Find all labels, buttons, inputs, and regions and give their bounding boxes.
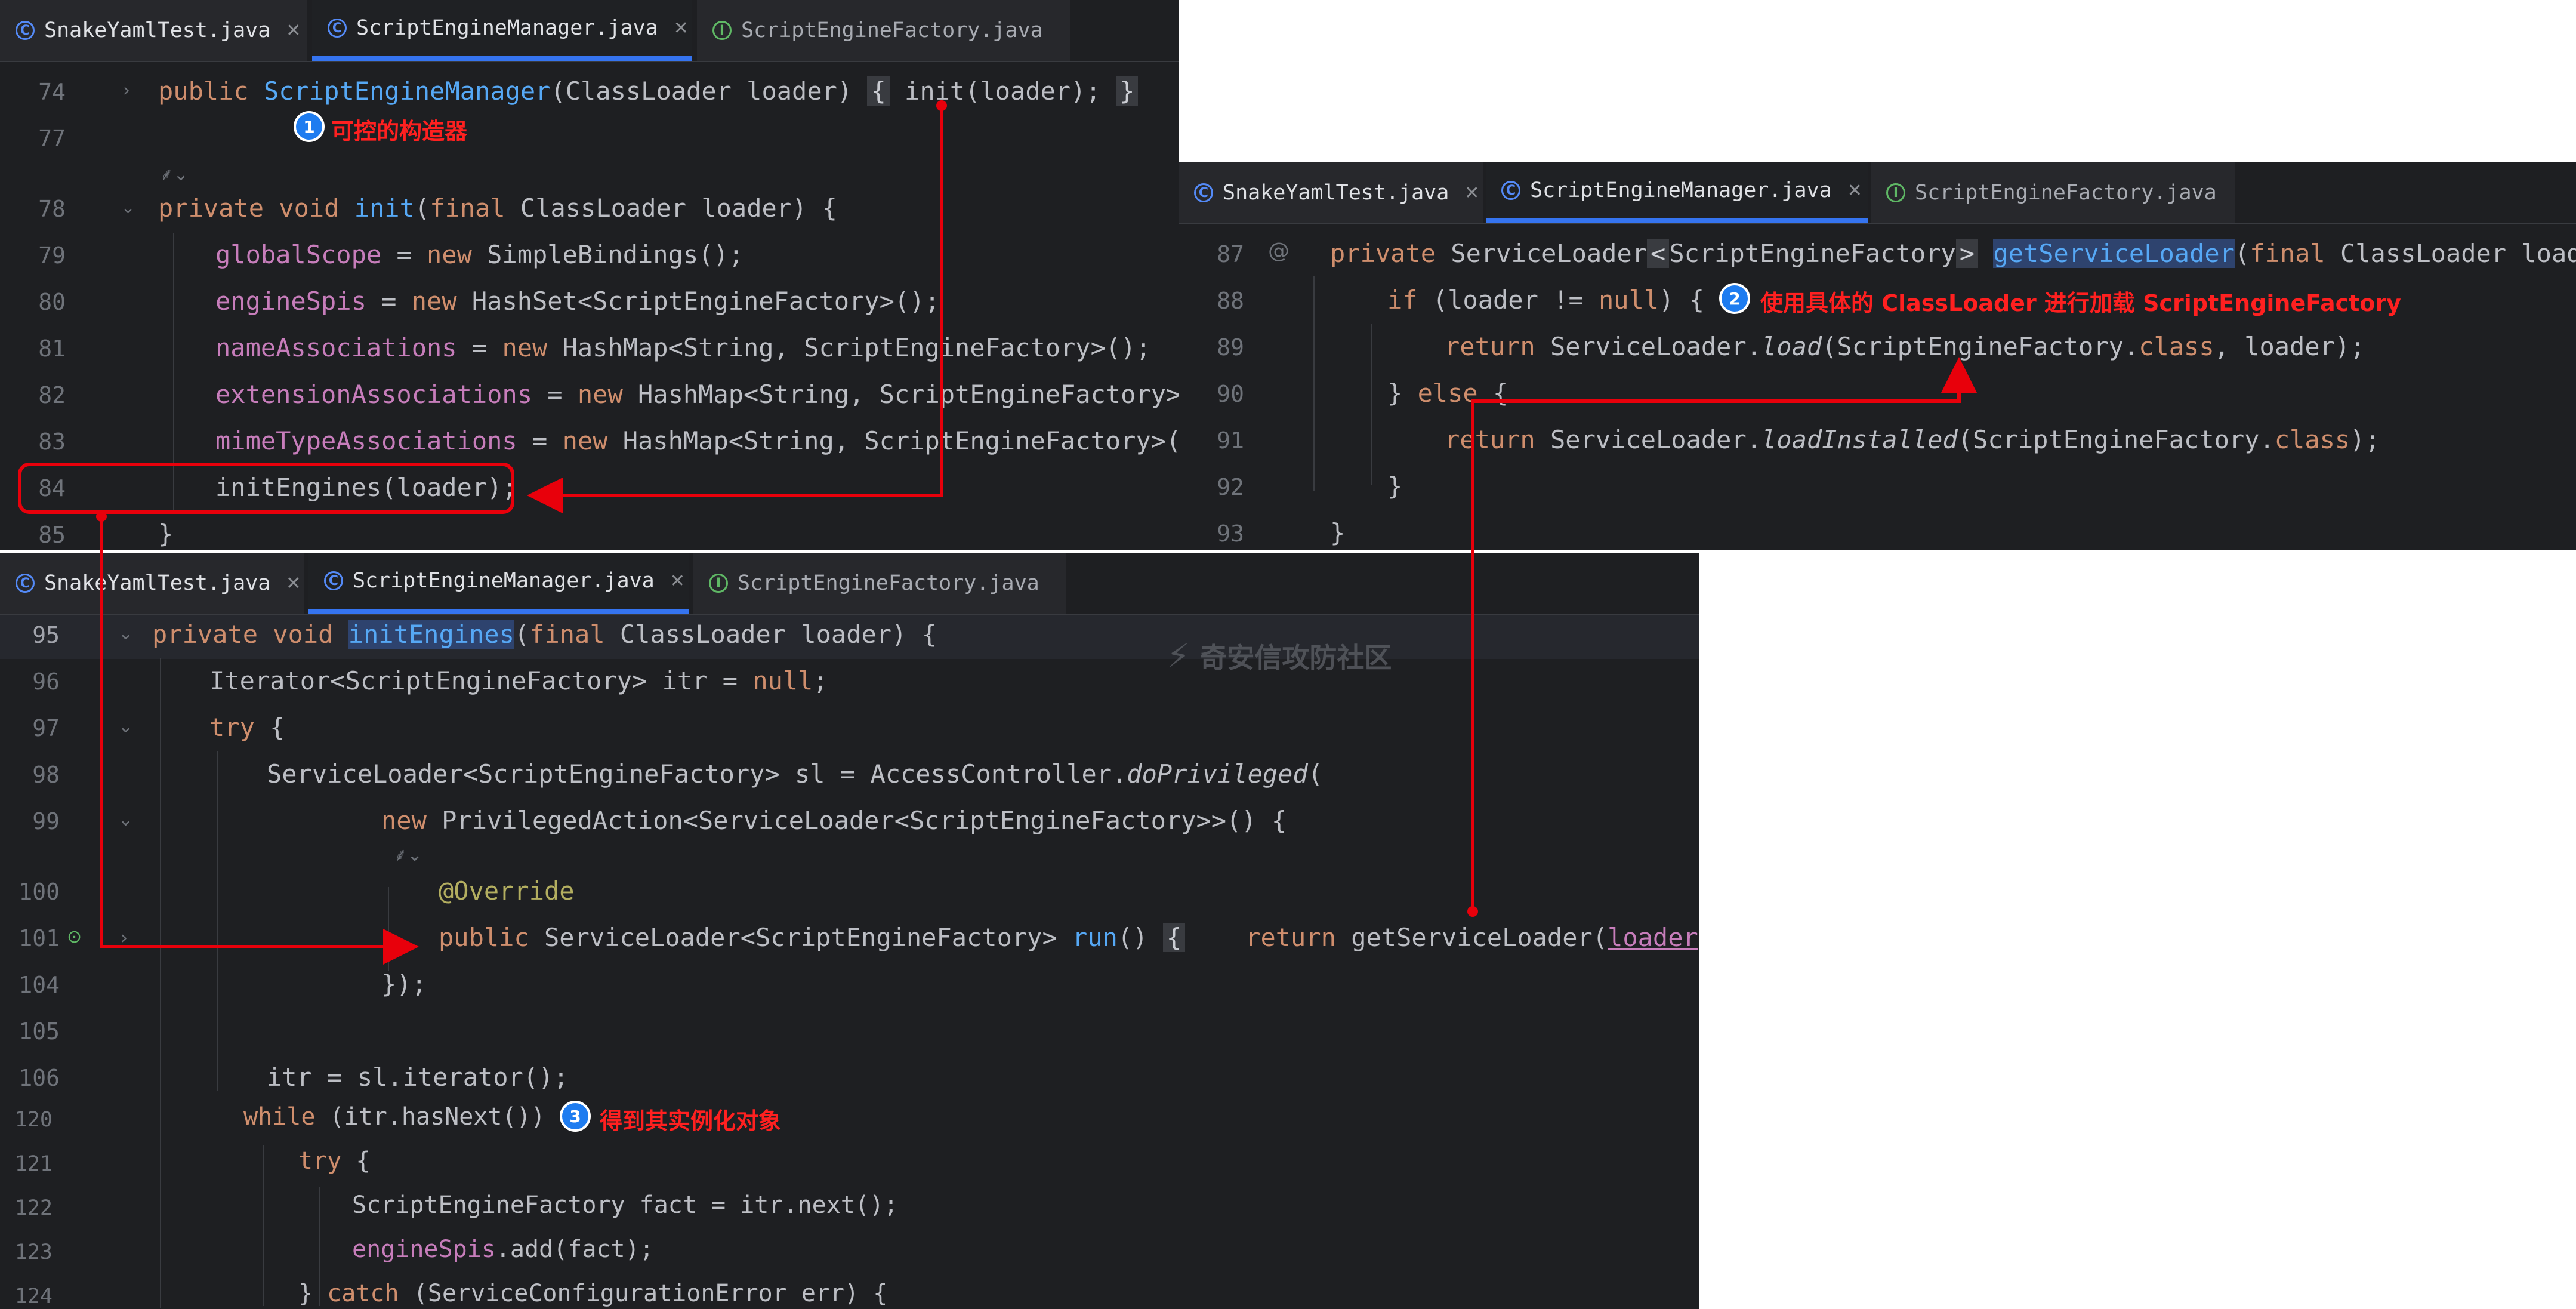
arrow-init-to-initengines xyxy=(527,100,947,513)
arrow-run-to-load xyxy=(1467,357,1977,917)
highlight-box-initengines xyxy=(18,463,514,514)
flow-arrows xyxy=(18,100,1977,965)
arrow-initengines-to-run xyxy=(96,511,419,965)
